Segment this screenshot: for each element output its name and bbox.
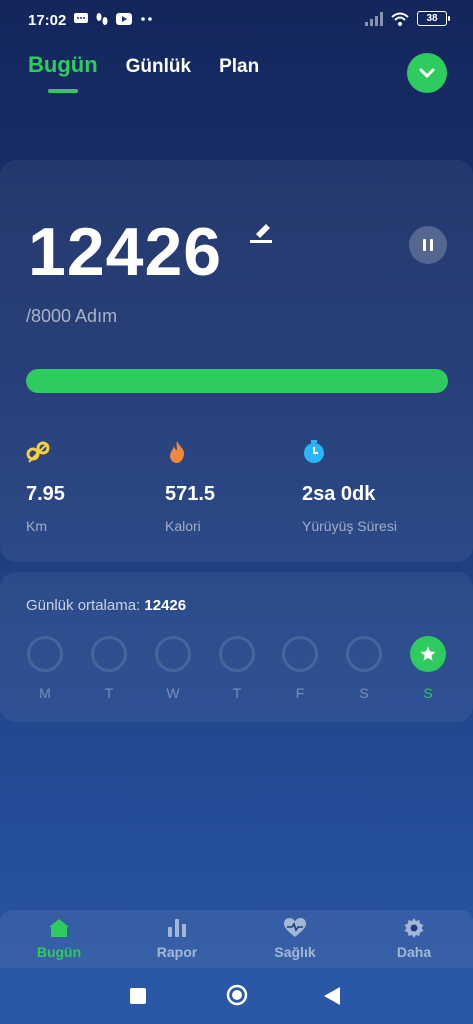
gear-icon	[404, 918, 424, 938]
stat-calories: 571.5 Kalori	[165, 440, 215, 534]
tab-plan[interactable]: Plan	[219, 56, 259, 78]
heart-pulse-icon	[284, 918, 306, 937]
youtube-icon	[116, 13, 132, 25]
signal-icon	[365, 11, 383, 26]
home-button-icon[interactable]	[226, 984, 248, 1006]
flame-icon	[170, 441, 185, 463]
battery-indicator: 38	[417, 11, 450, 26]
stat-distance-label: Km	[26, 518, 47, 534]
steps-count: 12426	[28, 214, 223, 290]
steps-goal: /8000 Adım	[26, 306, 118, 326]
stat-distance-value: 7.95	[26, 483, 65, 505]
home-icon	[49, 919, 69, 937]
stat-calories-label: Kalori	[165, 518, 201, 534]
day-sat[interactable]: S	[346, 636, 382, 701]
stat-duration: 2sa 0dk Yürüyüş Süresi	[302, 440, 397, 534]
status-bar: 17:02 38	[0, 0, 473, 40]
message-icon	[74, 13, 88, 23]
pause-button[interactable]	[409, 226, 447, 264]
stat-calories-value: 571.5	[165, 483, 216, 505]
status-time: 17:02	[28, 12, 67, 29]
wifi-icon	[391, 12, 409, 26]
daily-average-label: Günlük ortalama:	[26, 597, 141, 614]
stat-duration-value: 2sa 0dk	[302, 483, 376, 505]
stat-distance: 7.95 Km	[26, 440, 65, 534]
day-thu[interactable]: T	[219, 636, 255, 701]
nav-daha[interactable]: Daha	[374, 918, 454, 960]
chevron-down-icon	[419, 68, 435, 78]
weekly-card: Günlük ortalama: 12426 M T W T F S S	[0, 572, 473, 722]
daily-average-value: 12426	[144, 597, 187, 614]
day-fri[interactable]: F	[282, 636, 318, 701]
nav-saglik[interactable]: Sağlık	[255, 918, 335, 960]
bar-chart-icon	[168, 919, 186, 937]
stat-duration-label: Yürüyüş Süresi	[302, 518, 397, 534]
tab-bugun[interactable]: Bugün	[28, 52, 98, 93]
steps-progress-bar	[26, 369, 448, 393]
top-tabs: Bugün Günlük Plan	[28, 52, 287, 93]
distance-pin-icon	[26, 441, 50, 463]
back-icon[interactable]	[324, 987, 340, 1005]
system-nav-bar	[0, 968, 473, 1024]
day-sun[interactable]: S	[410, 636, 446, 701]
bottom-nav: Bugün Rapor Sağlık Daha	[0, 910, 473, 968]
daily-average: Günlük ortalama: 12426	[26, 597, 186, 614]
steps-progress-fill	[26, 369, 448, 393]
day-wed[interactable]: W	[155, 636, 191, 701]
edit-icon[interactable]	[250, 222, 274, 244]
star-icon	[420, 646, 436, 661]
tab-gunluk[interactable]: Günlük	[126, 56, 191, 78]
nav-bugun[interactable]: Bugün	[19, 918, 99, 960]
nav-rapor[interactable]: Rapor	[137, 918, 217, 960]
more-dots-icon	[141, 17, 152, 21]
footprint-icon	[96, 13, 108, 25]
day-mon[interactable]: M	[27, 636, 63, 701]
day-tue[interactable]: T	[91, 636, 127, 701]
dropdown-button[interactable]	[407, 53, 447, 93]
stopwatch-icon	[304, 440, 324, 463]
recents-icon[interactable]	[130, 988, 146, 1004]
steps-card: 12426 /8000 Adım 7.95 Km 571.5 Kalori 2s…	[0, 160, 473, 562]
